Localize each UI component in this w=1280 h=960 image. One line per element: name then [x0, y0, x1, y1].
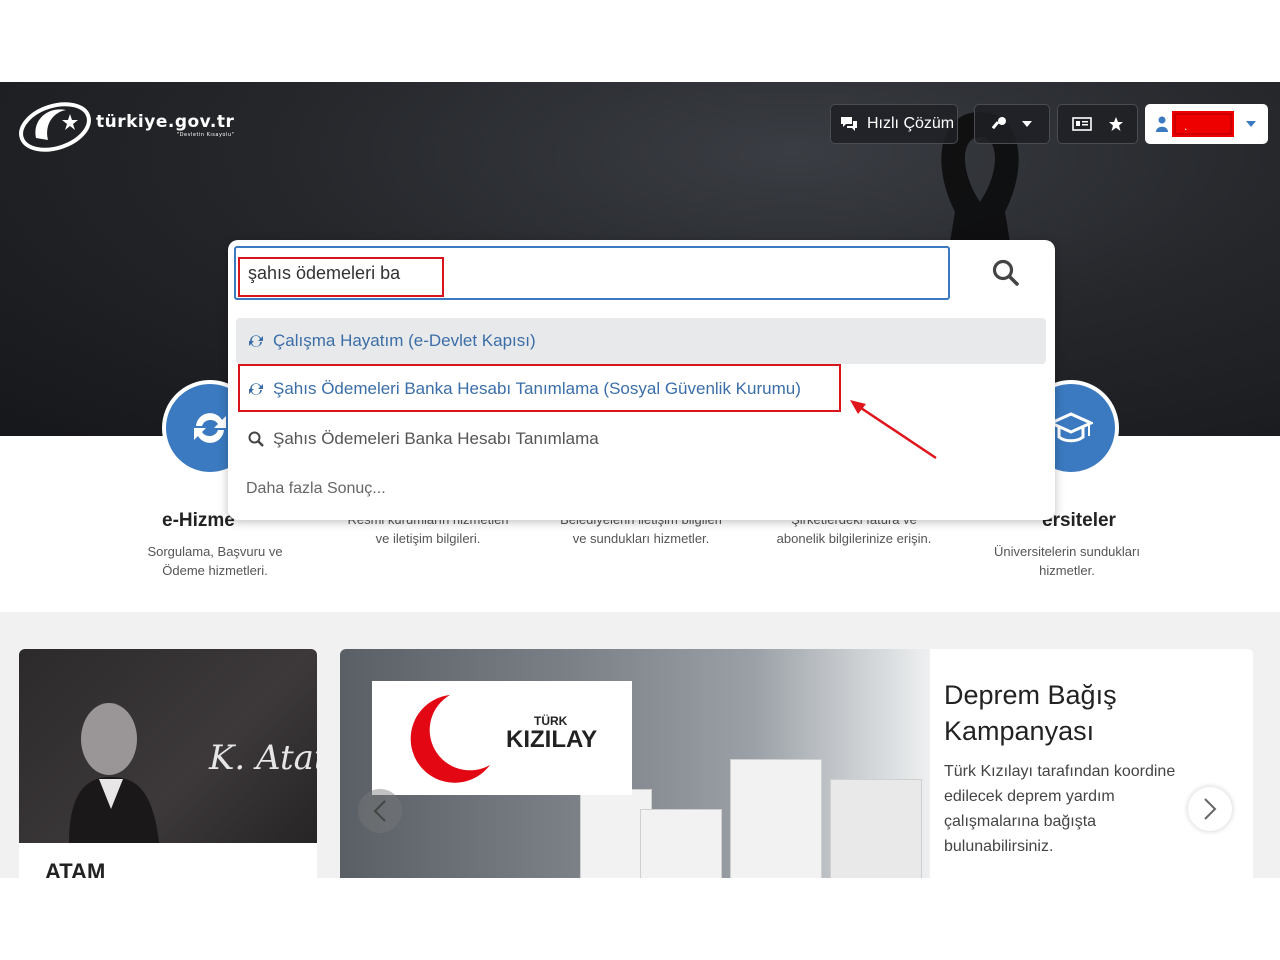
caret-down-icon [1022, 121, 1032, 127]
id-card-icon [1071, 117, 1092, 131]
caret-down-icon [1246, 121, 1256, 127]
key-icon [992, 117, 1006, 130]
suggestion-label: Şahıs Ödemeleri Banka Hesabı Tanımlama [273, 429, 599, 448]
campaign-title: Deprem Bağış Kampanyası [944, 680, 1117, 746]
atam-card[interactable]: K. Atatürk ATAM [19, 649, 317, 878]
crescent-star-logo-icon [19, 102, 91, 152]
service-desc: Sorgulama, Başvuru ve Ödeme hizmetleri. [147, 544, 283, 578]
campaign-slider-card[interactable]: TÜRK KIZILAY Deprem Bağış Kampanyası Tür… [340, 649, 1253, 878]
slider-next-button[interactable] [1188, 787, 1232, 831]
quick-solution-label: Hızlı Çözüm [867, 115, 955, 132]
user-menu-button[interactable]: . [1145, 104, 1268, 144]
suggestion-label: Çalışma Hayatım (e-Devlet Kapısı) [273, 331, 536, 350]
refresh-icon [246, 379, 266, 399]
search-icon [246, 429, 266, 449]
search-button[interactable] [984, 252, 1028, 294]
annotation-arrow-icon [850, 400, 937, 460]
search-input[interactable] [242, 254, 944, 292]
refresh-arrows-icon [194, 413, 226, 443]
ataturk-portrait-image: K. Atatürk [19, 649, 317, 843]
site-logo[interactable]: türkiye.gov.tr "Devletin Kısayolu" [18, 98, 234, 154]
more-results-link[interactable]: Daha fazla Sonuç... [236, 466, 1046, 512]
signature-text: K. Atatürk [208, 738, 317, 778]
slider-prev-button[interactable] [358, 789, 402, 833]
logo-wordmark: türkiye.gov.tr "Devletin Kısayolu" [96, 112, 235, 138]
user-name-redacted: . [1174, 113, 1232, 135]
id-card-favorites-button[interactable] [1057, 104, 1138, 144]
suggestion-item[interactable]: Çalışma Hayatım (e-Devlet Kapısı) [236, 318, 1046, 364]
chevron-left-icon [373, 800, 386, 822]
kizilay-crescent-icon: TÜRK KIZILAY [410, 695, 597, 783]
user-icon [1156, 116, 1168, 132]
service-desc: Üniversitelerin sundukları hizmetler. [994, 544, 1140, 578]
search-panel: Çalışma Hayatım (e-Devlet Kapısı) Şahıs … [228, 240, 1055, 520]
chat-bubbles-icon [841, 117, 857, 131]
browser-viewport: türkiye.gov.tr "Devletin Kısayolu" Hızlı … [0, 82, 1280, 878]
campaign-text: Türk Kızılayı tarafından koordine edilec… [944, 763, 1176, 855]
quick-solution-button[interactable]: Hızlı Çözüm [830, 104, 958, 144]
search-icon [992, 259, 1019, 286]
more-results-label: Daha fazla Sonuç... [246, 480, 386, 497]
refresh-icon [246, 331, 266, 351]
portrait-illustration: K. Atatürk [69, 703, 317, 843]
key-menu-button[interactable] [974, 104, 1050, 144]
graduation-cap-icon [1049, 412, 1093, 443]
search-field[interactable] [234, 246, 950, 300]
suggestion-label: Şahıs Ödemeleri Banka Hesabı Tanımlama (… [273, 379, 801, 398]
svg-text:KIZILAY: KIZILAY [506, 726, 597, 753]
chevron-right-icon [1204, 798, 1217, 820]
atam-title: ATAM [45, 859, 106, 878]
turk-kizilay-logo: TÜRK KIZILAY [372, 681, 632, 795]
star-icon [1108, 117, 1123, 131]
